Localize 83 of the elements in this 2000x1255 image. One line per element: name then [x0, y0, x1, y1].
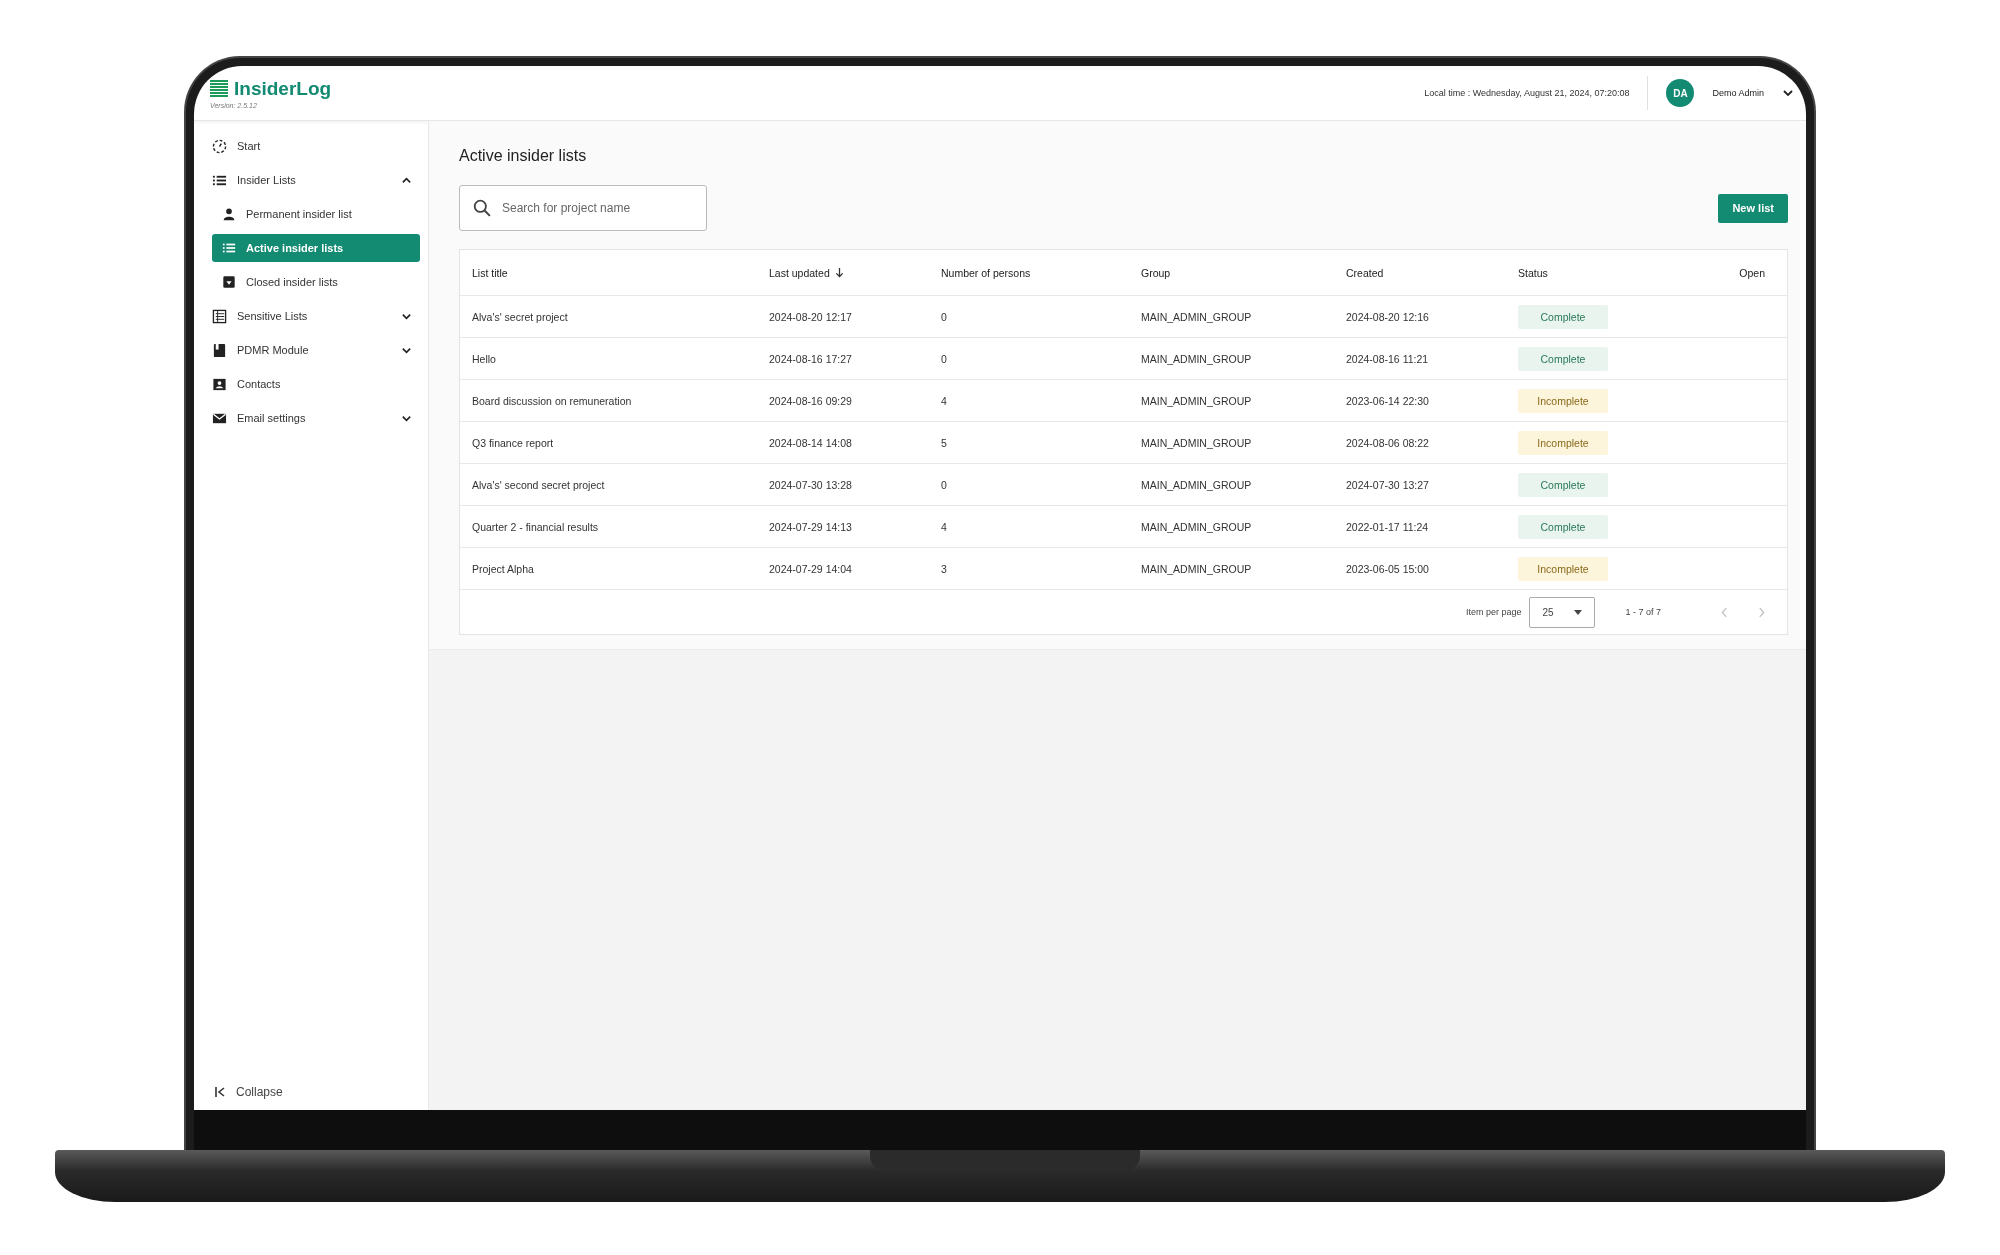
table-cell: Quarter 2 - financial results: [472, 520, 599, 533]
status-badge: Complete: [1518, 304, 1608, 329]
table-cell: 2024-07-30 13:28: [769, 478, 852, 491]
table-cell: Board discussion on remuneration: [472, 394, 632, 407]
table-cell: 2024-07-29 14:13: [769, 520, 852, 533]
table-cell: 2024-08-20 12:16: [1346, 310, 1429, 323]
table-cell: Alva's' secret project: [472, 310, 568, 323]
book-icon: [212, 342, 227, 358]
table-cell: 3: [941, 562, 947, 575]
person-icon: [222, 207, 236, 221]
clock-icon: [212, 138, 227, 154]
page-range: 1 - 7 of 7: [1625, 607, 1661, 617]
chevron-up-icon[interactable]: [401, 174, 412, 186]
sidebar-item[interactable]: PDMR Module: [194, 333, 428, 367]
list-icon: [222, 241, 236, 255]
table-cell: 2024-08-16 11:21: [1346, 352, 1429, 365]
user-avatar[interactable]: DA: [1666, 79, 1695, 107]
table-cell: 2023-06-14 22:30: [1346, 394, 1429, 407]
table-cell: MAIN_ADMIN_GROUP: [1141, 562, 1252, 575]
status-badge: Incomplete: [1518, 430, 1608, 455]
column-header[interactable]: Open: [1739, 266, 1765, 279]
table-cell: 2024-07-29 14:04: [769, 562, 852, 575]
archive-icon: [222, 275, 236, 289]
table-cell: MAIN_ADMIN_GROUP: [1141, 310, 1252, 323]
chevron-down-icon[interactable]: [1782, 87, 1794, 99]
per-page-select[interactable]: 25: [1529, 596, 1596, 628]
table-cell: 2024-08-16 09:29: [769, 394, 852, 407]
table-cell: MAIN_ADMIN_GROUP: [1141, 478, 1252, 491]
column-header[interactable]: Last updated: [769, 266, 844, 279]
column-header[interactable]: Created: [1346, 266, 1384, 279]
status-badge: Complete: [1518, 472, 1608, 497]
items-per-page-label: Item per page: [1465, 607, 1522, 617]
sidebar-item[interactable]: Start: [194, 129, 428, 163]
sort-arrow-icon: [834, 267, 844, 278]
column-header[interactable]: Status: [1518, 266, 1548, 279]
collapse-icon: [214, 1086, 226, 1098]
local-time: Local time : Wednesday, August 21, 2024, 07:20:08: [1424, 88, 1630, 98]
table-cell: 5: [941, 436, 947, 449]
table-cell: 4: [941, 520, 947, 533]
table-cell: MAIN_ADMIN_GROUP: [1141, 352, 1252, 365]
sidebar-item[interactable]: Contacts: [194, 367, 428, 401]
new-list-button[interactable]: New list: [1718, 193, 1788, 223]
table-cell: 2023-06-05 15:00: [1346, 562, 1429, 575]
status-badge: Complete: [1518, 346, 1608, 371]
page-title: Active insider lists: [459, 147, 588, 165]
table-cell: MAIN_ADMIN_GROUP: [1141, 436, 1252, 449]
logo-icon: [210, 79, 228, 98]
table-icon: [212, 308, 227, 324]
status-badge: Incomplete: [1518, 556, 1608, 581]
dropdown-arrow-icon: [1574, 609, 1583, 615]
column-header[interactable]: Number of persons: [941, 266, 1031, 279]
table-cell: 2024-08-16 17:27: [769, 352, 852, 365]
table-cell: Hello: [472, 352, 496, 365]
table-cell: 4: [941, 394, 947, 407]
table-cell: 2024-07-30 13:27: [1346, 478, 1429, 491]
status-badge: Complete: [1518, 514, 1608, 539]
search-icon: [473, 199, 491, 217]
column-header[interactable]: Group: [1141, 266, 1171, 279]
sidebar-item[interactable]: Insider Lists: [194, 163, 428, 197]
table-cell: Alva's' second secret project: [472, 478, 605, 491]
status-badge: Incomplete: [1518, 388, 1608, 413]
table-cell: MAIN_ADMIN_GROUP: [1141, 394, 1252, 407]
table-cell: MAIN_ADMIN_GROUP: [1141, 520, 1252, 533]
table-cell: 2024-08-20 12:17: [769, 310, 852, 323]
user-name[interactable]: Demo Admin: [1712, 88, 1764, 98]
search-field[interactable]: Search for project name: [459, 185, 707, 231]
contact-icon: [212, 376, 227, 392]
sidebar-item[interactable]: Email settings: [194, 401, 428, 435]
table-cell: Q3 finance report: [472, 436, 554, 449]
table-cell: 2022-01-17 11:24: [1346, 520, 1429, 533]
table-cell: 2024-08-06 08:22: [1346, 436, 1429, 449]
table-cell: Project Alpha: [472, 562, 534, 575]
table-cell: 0: [941, 352, 947, 365]
sidebar-subitem[interactable]: Permanent insider list: [212, 200, 420, 228]
table-cell: 0: [941, 478, 947, 491]
sidebar-subitem[interactable]: Closed insider lists: [212, 268, 420, 296]
table-cell: 2024-08-14 14:08: [769, 436, 852, 449]
collapse-button[interactable]: Collapse: [194, 1080, 428, 1104]
table-cell: 0: [941, 310, 947, 323]
sidebar-item[interactable]: Sensitive Lists: [194, 299, 428, 333]
column-header[interactable]: List title: [472, 266, 508, 279]
sidebar-subitem[interactable]: Active insider lists: [212, 234, 420, 262]
app-name: InsiderLog: [234, 77, 332, 100]
